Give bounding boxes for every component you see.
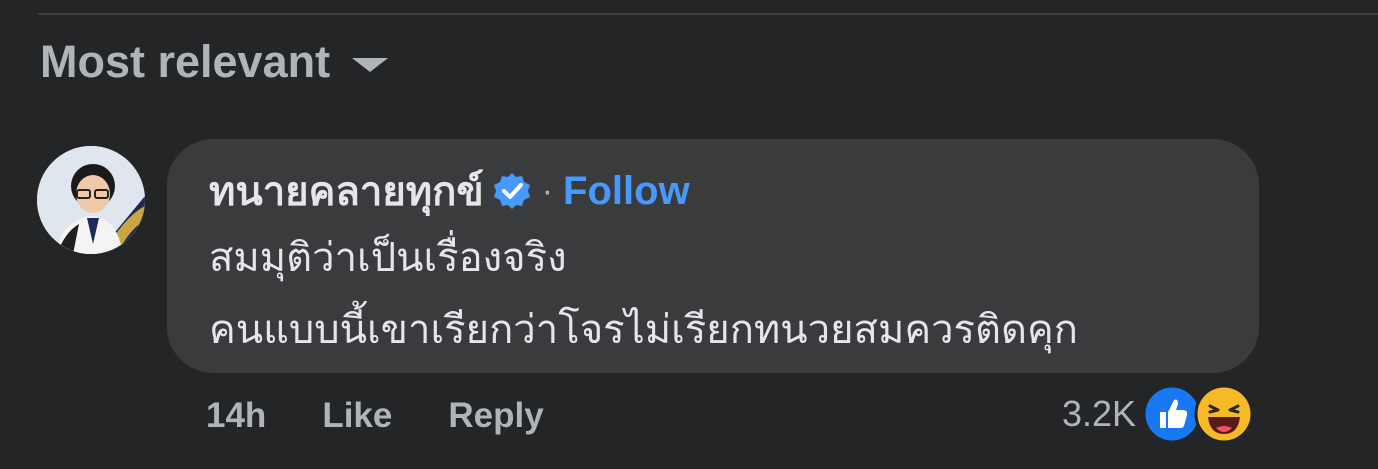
like-button[interactable]: Like xyxy=(322,396,392,436)
comment-bubble: ทนายคลายทุกข์ · Follow สมมุติว่าเป็นเรื่… xyxy=(167,139,1259,373)
caret-down-icon xyxy=(352,58,389,72)
verified-badge-icon xyxy=(492,171,532,211)
haha-reaction-icon xyxy=(1194,384,1254,444)
reactions-summary[interactable]: 3.2K xyxy=(1062,384,1254,444)
comment-actions: 14h Like Reply xyxy=(206,396,544,436)
timestamp[interactable]: 14h xyxy=(206,396,266,436)
comments-section: Most relevant ทนายคลายทุกข์ · Follow สมม… xyxy=(0,0,1378,469)
avatar-image xyxy=(37,146,145,254)
author-row: ทนายคลายทุกข์ · Follow xyxy=(209,165,690,217)
comment-text-line: คนแบบนี้เขาเรียกว่าโจรไม่เรียกทนวยสมควรต… xyxy=(209,307,1078,353)
separator-dot: · xyxy=(541,171,554,210)
reaction-count: 3.2K xyxy=(1061,393,1136,434)
like-reaction-icon xyxy=(1142,384,1202,444)
follow-button[interactable]: Follow xyxy=(563,169,690,214)
sort-dropdown[interactable]: Most relevant xyxy=(40,36,389,88)
sort-label: Most relevant xyxy=(40,36,331,87)
avatar[interactable] xyxy=(37,146,145,254)
comment-text-line: สมมุติว่าเป็นเรื่องจริง xyxy=(209,235,567,281)
divider xyxy=(38,13,1378,15)
author-name[interactable]: ทนายคลายทุกข์ xyxy=(209,159,484,223)
reply-button[interactable]: Reply xyxy=(448,396,543,436)
